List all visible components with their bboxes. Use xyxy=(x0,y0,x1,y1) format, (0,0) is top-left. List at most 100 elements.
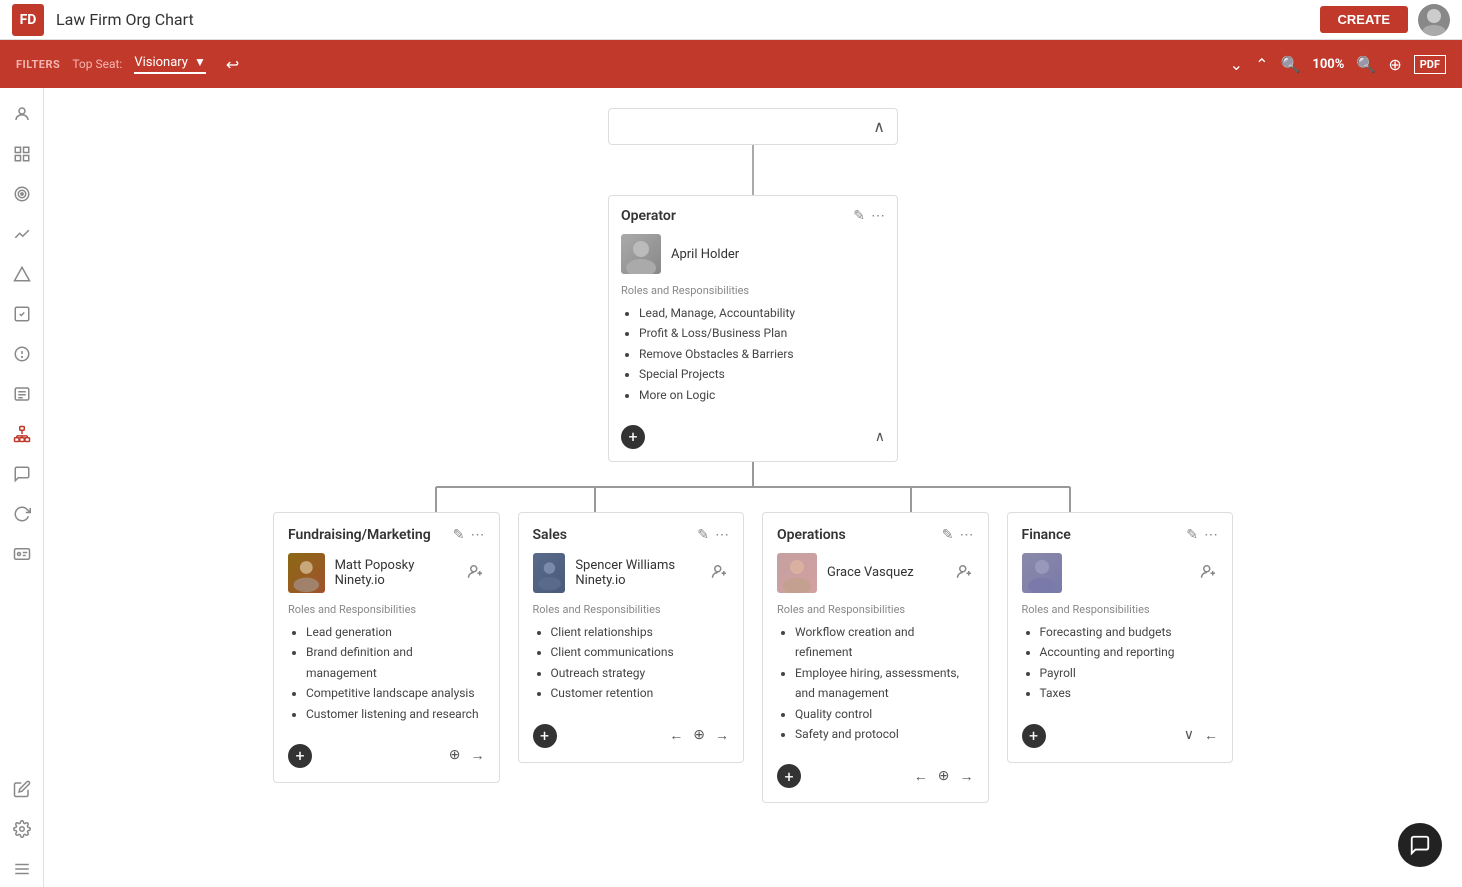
pdf-icon[interactable]: PDF xyxy=(1414,55,1446,74)
sales-arrow-right-icon[interactable]: → xyxy=(715,727,729,744)
collapse-all-icon[interactable]: ⌄ xyxy=(1230,55,1243,74)
sidebar-target-icon[interactable] xyxy=(4,176,40,212)
operator-person: April Holder xyxy=(621,234,885,274)
operator-add-button[interactable]: + xyxy=(621,425,645,449)
operations-card: Operations ✎ ⋯ Grace Vasquez xyxy=(762,512,989,803)
finance-avatar xyxy=(1022,553,1062,593)
operator-roles: Roles and Responsibilities Lead, Manage,… xyxy=(621,284,885,405)
finance-roles: Roles and Responsibilities Forecasting a… xyxy=(1022,603,1219,704)
org-chart: ∧ Operator ✎ ⋯ xyxy=(44,88,1462,823)
sidebar-chart-icon[interactable] xyxy=(4,216,40,252)
operator-role-item: Special Projects xyxy=(639,364,885,384)
fundraising-add-person-icon[interactable] xyxy=(467,563,485,583)
user-avatar[interactable] xyxy=(1418,4,1450,36)
operator-card-title: Operator xyxy=(621,208,676,224)
fundraising-add-button[interactable]: + xyxy=(288,744,312,768)
operations-role-item: Quality control xyxy=(795,704,974,724)
sales-role-item: Client relationships xyxy=(551,622,730,642)
zoom-in-icon[interactable]: 🔍 xyxy=(1356,55,1376,74)
partial-top-card: ∧ xyxy=(608,108,898,145)
filter-bar: FILTERS Top Seat: Visionary ▼ ↩ ⌄ ⌃ 🔍 10… xyxy=(0,40,1462,88)
sales-arrow-left-icon[interactable]: ← xyxy=(669,727,683,744)
fundraising-edit-icon[interactable]: ✎ xyxy=(453,527,465,543)
finance-more-icon[interactable]: ⋯ xyxy=(1204,527,1218,543)
sidebar-people-icon[interactable] xyxy=(4,96,40,132)
operations-person-name: Grace Vasquez xyxy=(827,565,914,580)
top-bar: FD Law Firm Org Chart CREATE xyxy=(0,0,1462,40)
fundraising-role-item: Brand definition and management xyxy=(306,642,485,683)
operations-move-icon[interactable]: ⊕ xyxy=(938,768,950,785)
sales-person-name: Spencer Williams Ninety.io xyxy=(575,558,701,588)
connector-line-top xyxy=(752,145,754,195)
finance-add-button[interactable]: + xyxy=(1022,724,1046,748)
zoom-out-icon[interactable]: 🔍 xyxy=(1280,55,1300,74)
sidebar-hamburger-icon[interactable] xyxy=(4,851,40,887)
main-content: ∧ Operator ✎ ⋯ xyxy=(44,88,1462,887)
sidebar-settings-icon[interactable] xyxy=(4,811,40,847)
operations-avatar xyxy=(777,553,817,593)
operations-role-item: Employee hiring, assessments, and manage… xyxy=(795,663,974,704)
partial-card-collapse-icon[interactable]: ∧ xyxy=(873,117,885,136)
undo-icon[interactable]: ↩ xyxy=(226,55,239,74)
operator-more-icon[interactable]: ⋯ xyxy=(871,208,885,224)
finance-arrow-left-icon[interactable]: ← xyxy=(1204,727,1218,744)
page-title: Law Firm Org Chart xyxy=(56,10,1320,29)
fundraising-role-item: Competitive landscape analysis xyxy=(306,683,485,703)
finance-title: Finance xyxy=(1022,527,1071,543)
top-seat-select[interactable]: Visionary ▼ xyxy=(134,55,206,74)
operator-collapse-icon[interactable]: ∧ xyxy=(875,429,885,445)
sidebar-refresh-icon[interactable] xyxy=(4,496,40,532)
finance-role-item: Taxes xyxy=(1040,683,1219,703)
create-button[interactable]: CREATE xyxy=(1320,6,1408,33)
sidebar-list-icon[interactable] xyxy=(4,376,40,412)
fundraising-move-icon[interactable]: ⊕ xyxy=(449,747,461,764)
operations-edit-icon[interactable]: ✎ xyxy=(942,527,954,543)
operator-role-item: More on Logic xyxy=(639,385,885,405)
operator-person-name: April Holder xyxy=(671,247,739,262)
finance-edit-icon[interactable]: ✎ xyxy=(1186,527,1198,543)
fundraising-person: Matt Poposky Ninety.io xyxy=(288,553,485,593)
operations-arrow-right-icon[interactable]: → xyxy=(960,768,974,785)
fundraising-header: Fundraising/Marketing ✎ ⋯ xyxy=(288,527,485,543)
operator-role-item: Profit & Loss/Business Plan xyxy=(639,323,885,343)
finance-add-person-icon[interactable] xyxy=(1200,563,1218,583)
fit-icon[interactable]: ⊕ xyxy=(1388,55,1401,74)
filters-label: FILTERS xyxy=(16,58,60,71)
operator-edit-icon[interactable]: ✎ xyxy=(853,208,865,224)
finance-chevron-down-icon[interactable]: ∨ xyxy=(1184,727,1194,744)
sales-add-button[interactable]: + xyxy=(533,724,557,748)
sidebar-grid-icon[interactable] xyxy=(4,136,40,172)
operations-header: Operations ✎ ⋯ xyxy=(777,527,974,543)
sales-add-person-icon[interactable] xyxy=(711,563,729,583)
sidebar-org-icon[interactable] xyxy=(4,416,40,452)
sales-role-item: Client communications xyxy=(551,642,730,662)
operator-card-actions: ✎ ⋯ xyxy=(853,208,885,224)
fundraising-roles-title: Roles and Responsibilities xyxy=(288,603,485,616)
operator-footer-icons: ∧ xyxy=(875,429,885,445)
finance-card: Finance ✎ ⋯ xyxy=(1007,512,1234,763)
operations-add-person-icon[interactable] xyxy=(956,563,974,583)
sales-more-icon[interactable]: ⋯ xyxy=(715,527,729,543)
finance-role-item: Forecasting and budgets xyxy=(1040,622,1219,642)
sidebar-editpencil-icon[interactable] xyxy=(4,771,40,807)
fundraising-more-icon[interactable]: ⋯ xyxy=(471,527,485,543)
finance-roles-title: Roles and Responsibilities xyxy=(1022,603,1219,616)
sales-move-icon[interactable]: ⊕ xyxy=(693,727,705,744)
expand-all-icon[interactable]: ⌃ xyxy=(1255,55,1268,74)
fundraising-person-name: Matt Poposky Ninety.io xyxy=(335,558,457,588)
fundraising-arrow-right-icon[interactable]: → xyxy=(471,747,485,764)
fundraising-role-item: Lead generation xyxy=(306,622,485,642)
operator-avatar xyxy=(621,234,661,274)
sales-edit-icon[interactable]: ✎ xyxy=(697,527,709,543)
sidebar-check-icon[interactable] xyxy=(4,296,40,332)
sidebar-mountain-icon[interactable] xyxy=(4,256,40,292)
sidebar-alert-icon[interactable] xyxy=(4,336,40,372)
sidebar-chat-icon[interactable] xyxy=(4,456,40,492)
operator-roles-title: Roles and Responsibilities xyxy=(621,284,885,297)
sidebar-id-icon[interactable] xyxy=(4,536,40,572)
operations-arrow-left-icon[interactable]: ← xyxy=(914,768,928,785)
operations-more-icon[interactable]: ⋯ xyxy=(960,527,974,543)
operations-add-button[interactable]: + xyxy=(777,764,801,788)
operator-card-header: Operator ✎ ⋯ xyxy=(621,208,885,224)
chat-bubble-button[interactable] xyxy=(1398,823,1442,867)
